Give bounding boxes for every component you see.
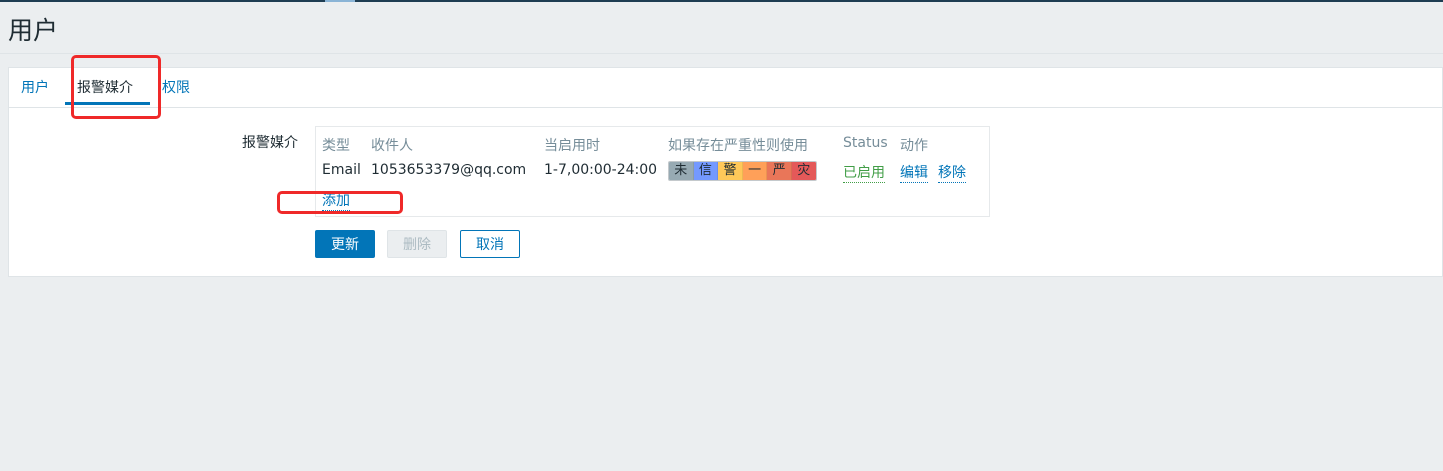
remove-media-link[interactable]: 移除 — [938, 165, 966, 183]
media-table: 类型 收件人 当启用时 如果存在严重性则使用 Status 动作 Email 1… — [315, 126, 990, 217]
column-header-action: 动作 — [900, 138, 928, 154]
top-navigation-bar — [0, 0, 1443, 2]
media-field-label: 报警媒介 — [242, 135, 298, 151]
annotation-highlight-add-link — [277, 191, 403, 214]
column-header-type: 类型 — [322, 138, 350, 154]
top-navigation-marker — [325, 0, 355, 2]
tab-user[interactable]: 用户 — [21, 77, 49, 97]
column-header-recipient: 收件人 — [371, 138, 413, 154]
delete-button: 删除 — [387, 230, 447, 258]
severity-information: 信 — [693, 162, 719, 180]
cancel-button[interactable]: 取消 — [460, 230, 520, 258]
page-title: 用户 — [8, 16, 59, 45]
header-divider — [0, 53, 1443, 54]
media-recipient: 1053653379@qq.com — [371, 162, 527, 178]
column-header-when-active: 当启用时 — [544, 138, 600, 154]
user-form-panel: 用户 报警媒介 权限 报警媒介 类型 收件人 当启用时 如果存在严重性则使用 S… — [8, 67, 1443, 277]
column-header-severity: 如果存在严重性则使用 — [668, 138, 808, 154]
tab-permissions[interactable]: 权限 — [162, 77, 190, 97]
media-when-active: 1-7,00:00-24:00 — [544, 162, 658, 178]
media-type: Email — [322, 162, 361, 178]
severity-warning: 警 — [718, 162, 743, 180]
severity-disaster: 灾 — [791, 162, 816, 180]
severity-badges: 未 信 警 一 严 灾 — [668, 161, 817, 181]
update-button[interactable]: 更新 — [315, 230, 375, 258]
severity-not-classified: 未 — [669, 162, 694, 180]
severity-average: 一 — [742, 162, 768, 180]
column-header-status: Status — [843, 135, 888, 151]
annotation-highlight-media-tab — [71, 55, 161, 119]
media-status-toggle[interactable]: 已启用 — [843, 165, 885, 183]
edit-media-link[interactable]: 编辑 — [900, 165, 928, 183]
tab-bar: 用户 报警媒介 权限 — [9, 68, 1442, 108]
severity-high: 严 — [767, 162, 792, 180]
